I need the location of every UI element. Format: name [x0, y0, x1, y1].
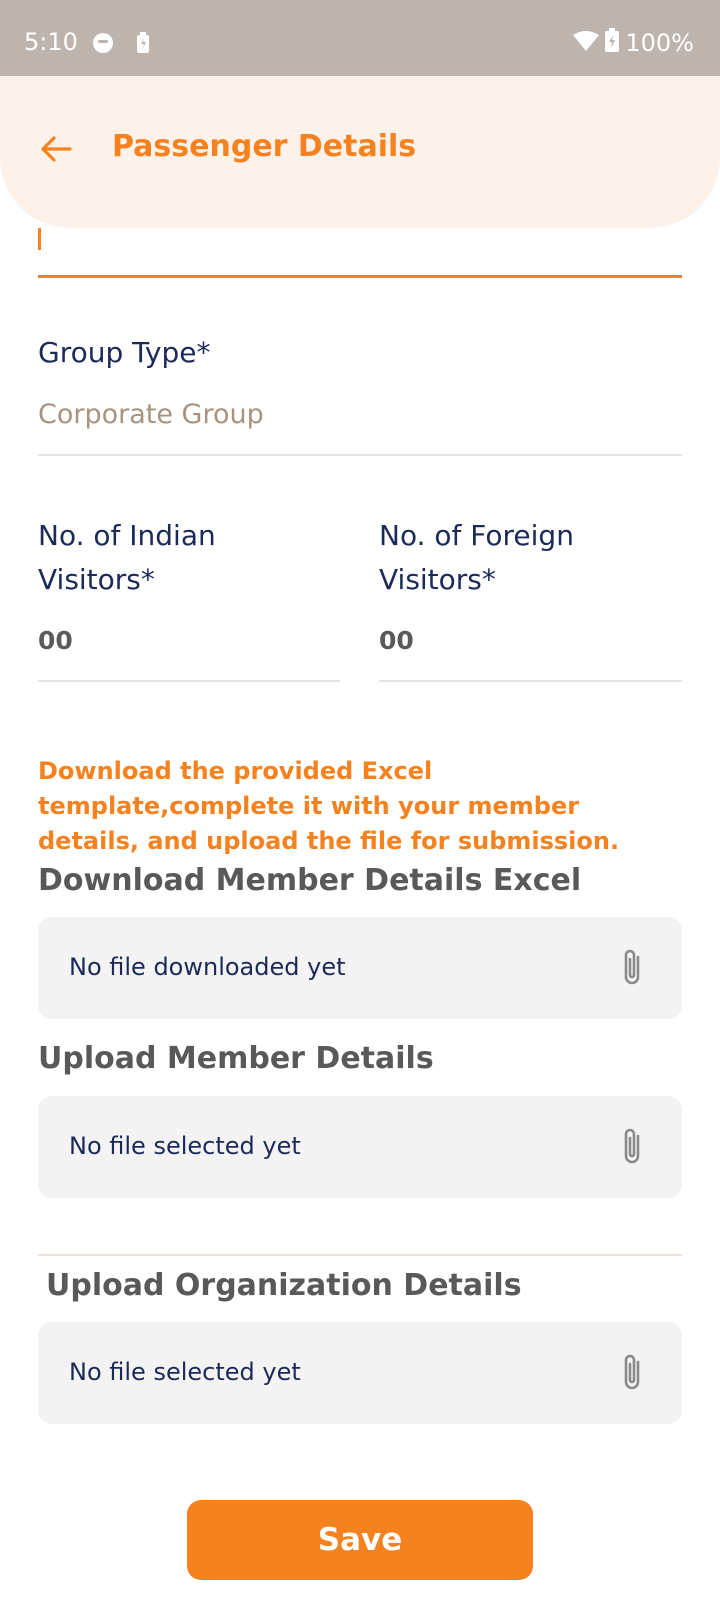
app-header: Passenger Details	[0, 76, 720, 228]
upload-org-box[interactable]: No file selected yet	[38, 1322, 682, 1424]
indian-visitors-label-line1: No. of Indian	[38, 519, 216, 552]
upload-org-status: No file selected yet	[69, 1358, 301, 1386]
group-type-underline	[38, 454, 682, 456]
foreign-visitors-underline	[379, 680, 682, 682]
download-excel-box[interactable]: No file downloaded yet	[38, 917, 682, 1019]
status-bar: 5:10 100%	[0, 0, 720, 76]
foreign-visitors-label-line1: No. of Foreign	[379, 519, 574, 552]
group-type-label: Group Type*	[38, 336, 211, 369]
group-type-value[interactable]: Corporate Group	[38, 399, 264, 430]
focused-text-field[interactable]	[38, 228, 682, 278]
back-arrow-icon[interactable]	[38, 131, 74, 167]
paperclip-icon[interactable]	[618, 947, 646, 989]
battery-saver-icon	[136, 32, 150, 58]
indian-visitors-label: No. of Indian Visitors*	[38, 514, 216, 602]
status-right: 100%	[573, 28, 694, 58]
foreign-visitors-input[interactable]: 00	[379, 626, 414, 655]
upload-members-title: Upload Member Details	[38, 1041, 434, 1076]
indian-visitors-input[interactable]: 00	[38, 626, 73, 655]
paperclip-icon[interactable]	[618, 1126, 646, 1168]
section-divider	[38, 1254, 682, 1256]
excel-instructions-text: Download the provided Excel template,com…	[38, 757, 620, 855]
upload-members-status: No file selected yet	[69, 1132, 301, 1160]
indian-visitors-underline	[38, 680, 340, 682]
battery-percent: 100%	[625, 29, 694, 57]
wifi-icon	[573, 29, 600, 57]
notification-face-icon	[92, 32, 114, 58]
text-cursor	[38, 228, 41, 250]
foreign-visitors-label: No. of Foreign Visitors*	[379, 514, 574, 602]
foreign-visitors-label-line2: Visitors*	[379, 563, 496, 596]
battery-icon	[605, 28, 620, 58]
save-button[interactable]: Save	[187, 1500, 533, 1580]
status-time: 5:10	[24, 28, 78, 56]
upload-members-box[interactable]: No file selected yet	[38, 1096, 682, 1198]
download-excel-status: No file downloaded yet	[69, 953, 346, 981]
paperclip-icon[interactable]	[618, 1352, 646, 1394]
page-title: Passenger Details	[112, 129, 417, 164]
upload-org-title: Upload Organization Details	[46, 1268, 522, 1303]
indian-visitors-label-line2: Visitors*	[38, 563, 155, 596]
download-excel-title: Download Member Details Excel	[38, 863, 582, 898]
